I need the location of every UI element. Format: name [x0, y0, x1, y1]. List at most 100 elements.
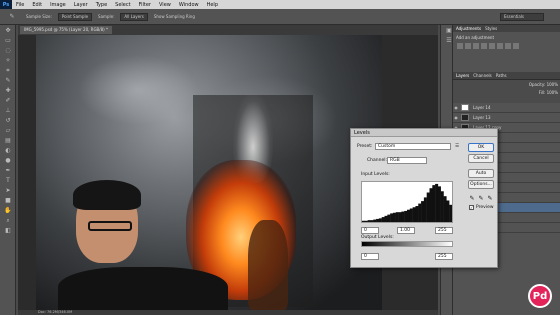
options-button[interactable]: Options... — [468, 180, 494, 189]
histogram-bar — [440, 191, 444, 222]
black-eyedropper-icon[interactable]: ✎ — [469, 195, 475, 202]
eyedropper-tool-icon[interactable]: ✎ — [3, 77, 13, 85]
type-tool-icon[interactable]: T — [3, 177, 13, 185]
fill-label: Fill: — [538, 90, 546, 95]
zoom-tool-icon[interactable]: ⌕ — [3, 217, 13, 225]
tab-paths[interactable]: Paths — [496, 72, 507, 79]
document-tab[interactable]: IMG_5995.psd @ 75% (Layer 20, RGB/8) * — [20, 26, 113, 34]
move-tool-icon[interactable]: ✥ — [3, 27, 13, 35]
path-select-tool-icon[interactable]: ➤ — [3, 187, 13, 195]
color-balance-icon[interactable] — [505, 43, 511, 49]
hue-sat-icon[interactable] — [497, 43, 503, 49]
auto-button[interactable]: Auto — [468, 169, 494, 178]
white-eyedropper-icon[interactable]: ✎ — [487, 195, 493, 202]
sample-size-label: Sample Size: — [26, 14, 52, 19]
visibility-eye-icon[interactable]: ◉ — [453, 105, 459, 110]
lasso-tool-icon[interactable]: ◌ — [3, 47, 13, 55]
histogram-bar — [367, 220, 371, 222]
person-hair — [73, 180, 141, 210]
histogram-bar — [449, 204, 452, 222]
crop-tool-icon[interactable]: ⌗ — [3, 67, 13, 75]
history-brush-tool-icon[interactable]: ↺ — [3, 117, 13, 125]
histogram-bar — [443, 196, 447, 222]
options-bar: ✎ Sample Size: Point Sample Sample: All … — [0, 9, 560, 25]
menu-view[interactable]: View — [155, 2, 175, 8]
histogram — [361, 181, 453, 223]
output-gradient-slider[interactable] — [361, 241, 453, 247]
sample-size-select[interactable]: Point Sample — [57, 12, 93, 21]
input-white-field[interactable]: 255 — [435, 227, 453, 234]
channel-select[interactable]: RGB — [387, 157, 427, 164]
workspace-select[interactable]: Essentials — [500, 13, 544, 21]
preset-options-icon[interactable]: ☰ — [455, 144, 459, 149]
histogram-bar — [370, 220, 374, 222]
bw-icon[interactable] — [513, 43, 519, 49]
preview-checkbox[interactable]: ✓ — [469, 205, 474, 210]
histogram-bar — [421, 201, 425, 222]
vibrance-icon[interactable] — [489, 43, 495, 49]
channel-label: Channel: — [367, 158, 387, 163]
eyedropper-icon[interactable]: ✎ — [7, 13, 17, 21]
adjustments-tabs: Adjustments Styles — [453, 25, 560, 32]
histogram-bar — [437, 186, 441, 222]
exposure-icon[interactable] — [481, 43, 487, 49]
brightness-icon[interactable] — [457, 43, 463, 49]
output-white-field[interactable]: 255 — [435, 253, 453, 260]
preset-select[interactable]: Custom — [375, 143, 451, 150]
menu-type[interactable]: Type — [92, 2, 111, 8]
menu-filter[interactable]: Filter — [135, 2, 155, 8]
output-black-field[interactable]: 0 — [361, 253, 379, 260]
pen-tool-icon[interactable]: ✒ — [3, 167, 13, 175]
clone-stamp-tool-icon[interactable]: ⊥ — [3, 107, 13, 115]
gray-eyedropper-icon[interactable]: ✎ — [478, 195, 484, 202]
menu-layer[interactable]: Layer — [70, 2, 92, 8]
layer-row[interactable]: ◉ Layer 14 — [453, 103, 560, 113]
sample-select[interactable]: All Layers — [120, 12, 148, 21]
menu-edit[interactable]: Edit — [28, 2, 46, 8]
histogram-bar — [435, 183, 439, 222]
fill-input[interactable]: 100% — [547, 90, 558, 95]
status-bar: Doc: 76.2M/346.0M — [18, 310, 438, 315]
brush-tool-icon[interactable]: ✐ — [3, 97, 13, 105]
tab-adjustments[interactable]: Adjustments — [456, 25, 481, 32]
opacity-input[interactable]: 100% — [547, 82, 558, 87]
ok-button[interactable]: OK — [468, 143, 494, 152]
input-black-field[interactable]: 0 — [361, 227, 379, 234]
levels-icon[interactable] — [465, 43, 471, 49]
histogram-bar — [415, 206, 419, 222]
marquee-tool-icon[interactable]: ▭ — [3, 37, 13, 45]
blur-tool-icon[interactable]: ◐ — [3, 147, 13, 155]
tab-styles[interactable]: Styles — [485, 25, 497, 32]
tools-panel: ✥ ▭ ◌ ✧ ⌗ ✎ ✚ ✐ ⊥ ↺ ▱ ▤ ◐ ● ✒ T ➤ ■ ✋ ⌕ … — [0, 25, 16, 315]
menu-file[interactable]: File — [12, 2, 28, 8]
photoshop-logo: Ps — [0, 0, 12, 9]
dodge-tool-icon[interactable]: ● — [3, 157, 13, 165]
tab-channels[interactable]: Channels — [473, 72, 492, 79]
menu-window[interactable]: Window — [175, 2, 203, 8]
color-swatches-icon[interactable]: ◧ — [3, 227, 13, 235]
cloud-shape — [78, 55, 198, 125]
cancel-button[interactable]: Cancel — [468, 154, 494, 163]
quick-select-tool-icon[interactable]: ✧ — [3, 57, 13, 65]
layer-row[interactable]: ◉ Layer 13 — [453, 113, 560, 123]
gradient-tool-icon[interactable]: ▤ — [3, 137, 13, 145]
curves-icon[interactable] — [473, 43, 479, 49]
menu-image[interactable]: Image — [46, 2, 70, 8]
histogram-bar — [426, 192, 430, 222]
dialog-title: Levels — [351, 129, 497, 137]
show-sampling-ring-checkbox[interactable]: Show Sampling Ring — [154, 14, 195, 19]
burning-hand — [248, 220, 288, 310]
histogram-bar — [412, 207, 416, 222]
menu-help[interactable]: Help — [203, 2, 222, 8]
shape-tool-icon[interactable]: ■ — [3, 197, 13, 205]
eraser-tool-icon[interactable]: ▱ — [3, 127, 13, 135]
opacity-label: Opacity: — [528, 82, 546, 87]
visibility-eye-icon[interactable]: ◉ — [453, 115, 459, 120]
hand-tool-icon[interactable]: ✋ — [3, 207, 13, 215]
healing-tool-icon[interactable]: ✚ — [3, 87, 13, 95]
menu-select[interactable]: Select — [111, 2, 134, 8]
tab-layers[interactable]: Layers — [456, 72, 469, 79]
histogram-bar — [398, 212, 402, 222]
histogram-bar — [418, 203, 422, 222]
input-gamma-field[interactable]: 1.00 — [397, 227, 415, 234]
